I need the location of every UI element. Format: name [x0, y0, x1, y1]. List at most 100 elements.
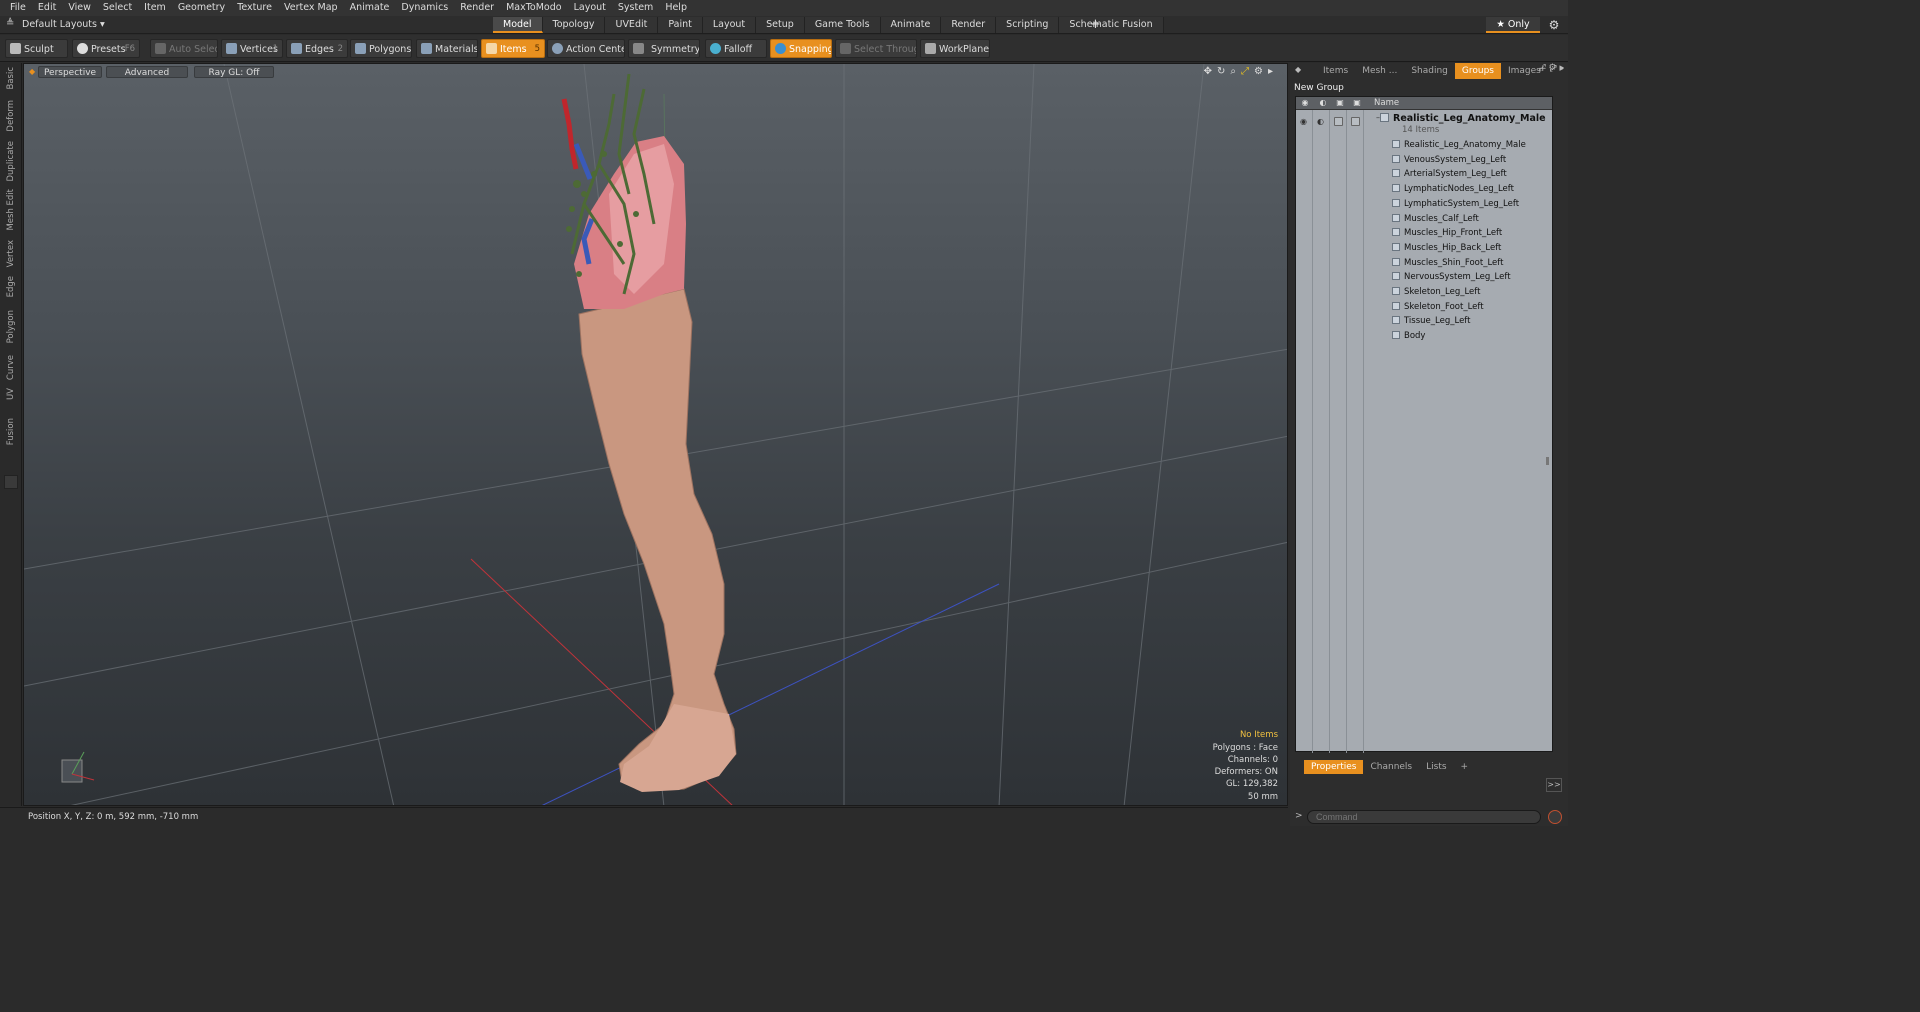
edges-button[interactable]: Edges 2: [286, 39, 348, 58]
side-tab-polygon[interactable]: Polygon: [3, 310, 19, 343]
tab-schematic-fusion[interactable]: Schematic Fusion: [1059, 17, 1164, 33]
group-item-row[interactable]: Muscles_Shin_Foot_Left: [1392, 256, 1503, 270]
workplane-button[interactable]: WorkPlane: [920, 39, 990, 58]
menu-item-layout[interactable]: Layout: [568, 0, 612, 16]
side-tab-fusion[interactable]: Fusion: [3, 418, 19, 445]
properties-tab-properties[interactable]: Properties: [1304, 760, 1364, 774]
falloff-button[interactable]: Falloff: [705, 39, 767, 58]
tab-layout[interactable]: Layout: [702, 17, 757, 33]
menu-item-edit[interactable]: Edit: [32, 0, 62, 16]
properties-expand-button[interactable]: >>: [1546, 778, 1562, 792]
tab-model[interactable]: Model: [493, 17, 543, 33]
menu-item-animate[interactable]: Animate: [344, 0, 396, 16]
menu-item-file[interactable]: File: [4, 0, 32, 16]
name-column-header[interactable]: Name: [1374, 97, 1399, 110]
snapping-button[interactable]: Snapping: [770, 39, 832, 58]
side-tab-uv[interactable]: UV: [3, 388, 19, 400]
command-history-arrow-icon[interactable]: >: [1295, 811, 1303, 821]
menu-item-maxtomodo[interactable]: MaxToModo: [500, 0, 568, 16]
group-row[interactable]: Realistic_Leg_Anatomy_Male: [1380, 113, 1546, 125]
tab-animate[interactable]: Animate: [880, 17, 942, 33]
shading-mode-button[interactable]: Advanced: [106, 66, 188, 78]
menu-item-system[interactable]: System: [612, 0, 659, 16]
group-item-row[interactable]: Muscles_Calf_Left: [1392, 212, 1479, 226]
polygons-button[interactable]: Polygons: [350, 39, 412, 58]
sculpt-button[interactable]: Sculpt: [5, 39, 68, 58]
add-properties-tab-icon[interactable]: +: [1454, 760, 1476, 774]
tab-uvedit[interactable]: UVEdit: [605, 17, 659, 33]
panel-tab-groups[interactable]: Groups: [1454, 63, 1501, 79]
group-item-row[interactable]: ArterialSystem_Leg_Left: [1392, 167, 1507, 181]
group-item-row[interactable]: Realistic_Leg_Anatomy_Male: [1392, 138, 1526, 152]
only-button[interactable]: ★ Only: [1486, 17, 1540, 33]
menu-item-geometry[interactable]: Geometry: [172, 0, 231, 16]
side-tab-basic[interactable]: Basic: [3, 67, 19, 90]
vertices-button[interactable]: Vertices 1: [221, 39, 283, 58]
presets-button[interactable]: Presets F6: [72, 39, 140, 58]
properties-tab-lists[interactable]: Lists: [1419, 760, 1453, 774]
group-item-row[interactable]: Muscles_Hip_Back_Left: [1392, 241, 1501, 255]
fit-icon[interactable]: ⤢: [1241, 66, 1249, 77]
tab-topology[interactable]: Topology: [542, 17, 606, 33]
side-tab-mesh-edit[interactable]: Mesh Edit: [3, 189, 19, 231]
side-tab-deform[interactable]: Deform: [3, 100, 19, 132]
properties-tab-channels[interactable]: Channels: [1363, 760, 1419, 774]
group-item-row[interactable]: Muscles_Hip_Front_Left: [1392, 226, 1502, 240]
symmetry-button[interactable]: Symmetry: [628, 39, 700, 58]
new-group-button[interactable]: New Group: [1294, 82, 1354, 94]
side-tab-duplicate[interactable]: Duplicate: [3, 141, 19, 182]
menu-item-texture[interactable]: Texture: [231, 0, 278, 16]
group-item-row[interactable]: Skeleton_Leg_Left: [1392, 285, 1480, 299]
view-mode-button[interactable]: Perspective: [38, 66, 102, 78]
tab-scripting[interactable]: Scripting: [996, 17, 1060, 33]
command-execute-button[interactable]: [1548, 810, 1562, 824]
zoom-icon[interactable]: ⌕: [1230, 66, 1236, 77]
leg-model[interactable]: [561, 73, 737, 792]
tab-render[interactable]: Render: [941, 17, 997, 33]
panel-menu-icon[interactable]: ◆: [1295, 65, 1301, 74]
menu-item-item[interactable]: Item: [138, 0, 172, 16]
group-item-row[interactable]: LymphaticSystem_Leg_Left: [1392, 197, 1519, 211]
tool-tabs-expand-button[interactable]: [4, 475, 18, 489]
command-input[interactable]: [1307, 810, 1541, 824]
layouts-icon[interactable]: ≜: [6, 18, 14, 29]
list-scroll-handle[interactable]: [1546, 457, 1549, 465]
action-center-button[interactable]: Action Center: [547, 39, 625, 58]
group-item-row[interactable]: VenousSystem_Leg_Left: [1392, 153, 1506, 167]
add-layout-tab-icon[interactable]: +: [1090, 16, 1101, 33]
group-item-row[interactable]: LymphaticNodes_Leg_Left: [1392, 182, 1514, 196]
menu-item-view[interactable]: View: [62, 0, 97, 16]
group-item-row[interactable]: NervousSystem_Leg_Left: [1392, 270, 1511, 284]
group-item-row[interactable]: Tissue_Leg_Left: [1392, 314, 1470, 328]
menu-item-help[interactable]: Help: [659, 0, 693, 16]
menu-item-vertex-map[interactable]: Vertex Map: [278, 0, 344, 16]
side-tab-curve[interactable]: Curve: [3, 355, 19, 380]
panel-tab-items[interactable]: Items: [1316, 63, 1355, 79]
layout-selector[interactable]: Default Layouts ▾: [22, 18, 105, 32]
menu-item-render[interactable]: Render: [454, 0, 500, 16]
panel-tab-mesh[interactable]: Mesh ...: [1355, 63, 1404, 79]
side-tab-vertex[interactable]: Vertex: [3, 240, 19, 267]
group-lock-checkbox[interactable]: [1334, 117, 1343, 126]
tab-game-tools[interactable]: Game Tools: [804, 17, 881, 33]
panel-tab-shading[interactable]: Shading: [1404, 63, 1455, 79]
tab-setup[interactable]: Setup: [756, 17, 805, 33]
menu-item-dynamics[interactable]: Dynamics: [395, 0, 454, 16]
expand-arrow-icon[interactable]: ▸: [1268, 66, 1273, 77]
group-select-checkbox[interactable]: [1351, 117, 1360, 126]
side-tab-edge[interactable]: Edge: [3, 276, 19, 297]
menu-item-select[interactable]: Select: [97, 0, 138, 16]
gear-icon[interactable]: ⚙: [1546, 17, 1562, 33]
viewport-settings-icon[interactable]: ⚙: [1254, 66, 1263, 77]
materials-button[interactable]: Materials: [416, 39, 478, 58]
group-item-row[interactable]: Body: [1392, 329, 1425, 343]
rotate-icon[interactable]: ↻: [1217, 66, 1225, 77]
group-visibility-eye-icon[interactable]: ◉: [1300, 117, 1310, 126]
group-item-row[interactable]: Skeleton_Foot_Left: [1392, 300, 1484, 314]
3d-viewport[interactable]: ◆ Perspective Advanced Ray GL: Off ✥ ↻ ⌕…: [23, 63, 1288, 806]
pan-icon[interactable]: ✥: [1204, 66, 1212, 77]
auto-select-button[interactable]: Auto Select: [150, 39, 218, 58]
group-render-icon[interactable]: ◐: [1317, 117, 1327, 126]
raygl-button[interactable]: Ray GL: Off: [194, 66, 274, 78]
tab-paint[interactable]: Paint: [658, 17, 703, 33]
